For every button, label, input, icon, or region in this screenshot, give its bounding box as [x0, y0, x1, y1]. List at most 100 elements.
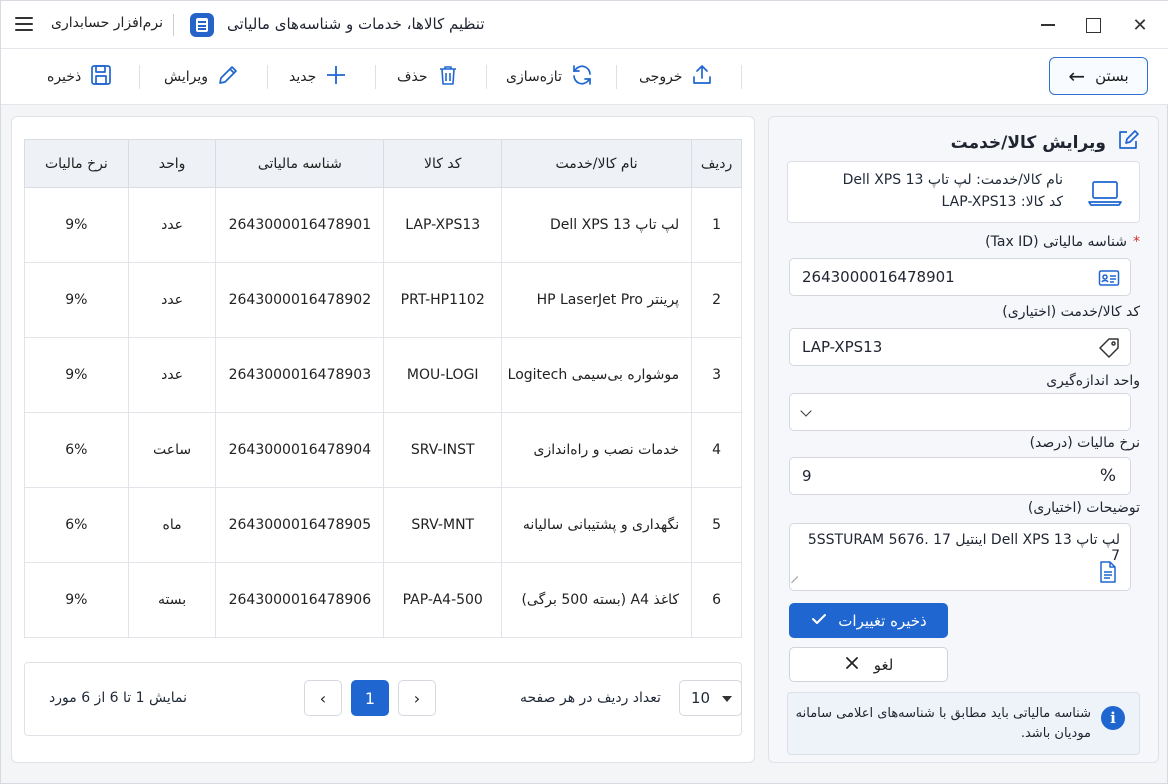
- pagination-info: نمایش 1 تا 6 از 6 مورد: [49, 690, 188, 706]
- save-changes-label: ذخیره تغییرات: [838, 611, 927, 630]
- tax-rate-value: 9: [802, 467, 812, 485]
- toolbar-divider: [267, 65, 268, 89]
- info-icon: i: [1101, 706, 1125, 730]
- cell-tax-id: 2643000016478905: [215, 487, 385, 563]
- cell-item-code: SRV-MNT: [383, 487, 503, 563]
- tax-rate-input[interactable]: 9 %: [789, 457, 1131, 495]
- item-code-input[interactable]: LAP-XPS13: [789, 328, 1131, 366]
- cancel-button[interactable]: لغو: [789, 647, 948, 682]
- cell-tax-rate: 9%: [24, 337, 129, 413]
- cell-item-name: لپ تاپ Dell XPS 13: [501, 187, 693, 263]
- app-window: نرم‌افزار حسابداری تنظیم کالاها، خدمات و…: [0, 0, 1168, 784]
- cell-item-name: کاغذ A4 (بسته 500 برگی): [501, 562, 693, 638]
- table-row[interactable]: 6 کاغذ A4 (بسته 500 برگی) PAP-A4-500 264…: [24, 562, 742, 638]
- cell-item-code: PAP-A4-500: [383, 562, 503, 638]
- window-close-button[interactable]: ✕: [1125, 11, 1155, 39]
- new-tool-button[interactable]: جدید: [289, 63, 348, 91]
- export-tool-button[interactable]: خروجی: [639, 63, 714, 91]
- col-header-tax-id[interactable]: شناسه مالیاتی: [215, 139, 385, 188]
- cell-row-number: 1: [691, 187, 742, 263]
- table-row[interactable]: 2 پرینتر HP LaserJet Pro PRT-HP1102 2643…: [24, 262, 742, 338]
- cell-item-name: پرینتر HP LaserJet Pro: [501, 262, 693, 338]
- tax-id-value: 2643000016478901: [802, 268, 955, 286]
- cell-row-number: 2: [691, 262, 742, 338]
- refresh-tool-button[interactable]: تازه‌سازی: [506, 63, 594, 91]
- tag-icon: [1098, 337, 1120, 359]
- plus-icon: [324, 63, 348, 91]
- title-divider: [173, 14, 174, 36]
- save-tool-label: ذخیره: [47, 69, 82, 85]
- tax-id-input[interactable]: 2643000016478901: [789, 258, 1131, 296]
- cell-tax-id: 2643000016478901: [215, 187, 385, 263]
- cell-unit: عدد: [127, 187, 217, 263]
- table-row[interactable]: 4 خدمات نصب و راه‌اندازی SRV-INST 264300…: [24, 412, 742, 488]
- save-tool-button[interactable]: ذخیره: [47, 63, 113, 91]
- table-row[interactable]: 3 موشواره بی‌سیمی Logitech MOU-LOGI 2643…: [24, 337, 742, 413]
- cell-row-number: 5: [691, 487, 742, 563]
- close-panel-button[interactable]: بستن ←: [1049, 57, 1148, 95]
- toolbar-divider: [616, 65, 617, 89]
- notes-textarea[interactable]: لپ تاپ Dell XPS 13 اینتیل 17 .5SSTURAM 5…: [789, 523, 1131, 591]
- title-bar: نرم‌افزار حسابداری تنظیم کالاها، خدمات و…: [1, 1, 1168, 49]
- hamburger-menu-icon[interactable]: [13, 14, 35, 36]
- edit-tool-button[interactable]: ویرایش: [164, 63, 240, 91]
- prev-page-button[interactable]: ‹: [304, 680, 342, 716]
- cell-tax-rate: 9%: [24, 187, 129, 263]
- notes-value: لپ تاپ Dell XPS 13 اینتیل 17 .5SSTURAM 5…: [807, 532, 1120, 564]
- cell-tax-rate: 6%: [24, 487, 129, 563]
- page-1-button[interactable]: 1: [351, 680, 389, 716]
- laptop-icon: [1087, 176, 1123, 208]
- page-size-select[interactable]: 10: [679, 680, 742, 716]
- edit-panel-header: ویرایش کالا/خدمت: [951, 128, 1140, 157]
- pencil-icon: [216, 63, 240, 91]
- resize-grip-icon[interactable]: [791, 576, 804, 589]
- caret-down-icon: [722, 696, 732, 702]
- col-header-name[interactable]: نام کالا/خدمت: [501, 139, 693, 188]
- cell-item-name: موشواره بی‌سیمی Logitech: [501, 337, 693, 413]
- refresh-icon: [570, 63, 594, 91]
- info-text: شناسه مالیاتی باید مطابق با شناسه‌های اع…: [795, 706, 1091, 741]
- minimize-button[interactable]: [1033, 11, 1063, 39]
- export-tool-label: خروجی: [639, 69, 683, 85]
- col-header-rate[interactable]: نرخ مالیات: [24, 139, 129, 188]
- unit-select[interactable]: [789, 393, 1131, 431]
- close-panel-label: بستن: [1095, 67, 1129, 85]
- floppy-disk-icon: [89, 63, 113, 91]
- tax-rate-label: نرخ مالیات (درصد): [1029, 435, 1140, 451]
- col-header-row[interactable]: ردیف: [691, 139, 742, 188]
- trash-icon: [436, 63, 460, 91]
- save-changes-button[interactable]: ذخیره تغییرات: [789, 603, 948, 638]
- required-mark: *: [1133, 234, 1140, 250]
- edit-square-icon: [1116, 128, 1140, 157]
- percent-suffix: %: [1099, 466, 1116, 486]
- item-code-value: LAP-XPS13: [802, 338, 883, 356]
- app-name: نرم‌افزار حسابداری: [51, 15, 163, 31]
- maximize-button[interactable]: [1078, 11, 1108, 39]
- id-card-icon: [1098, 267, 1120, 289]
- col-header-unit[interactable]: واحد: [127, 139, 217, 188]
- pagination-bar: نمایش 1 تا 6 از 6 مورد ‹ 1 › تعداد ردیف …: [24, 662, 742, 736]
- table-row[interactable]: 1 لپ تاپ Dell XPS 13 LAP-XPS13 264300001…: [24, 187, 742, 263]
- cell-unit: ساعت: [127, 412, 217, 488]
- delete-tool-button[interactable]: حذف: [397, 63, 460, 91]
- next-page-button[interactable]: ›: [398, 680, 436, 716]
- edit-panel: ویرایش کالا/خدمت نام کالا/خدمت: لپ تاپ D…: [768, 116, 1159, 763]
- toolbar: ذخیره ویرایش جدید حذف تا: [1, 49, 1168, 105]
- cell-item-code: LAP-XPS13: [383, 187, 503, 263]
- check-icon: [810, 610, 828, 632]
- cancel-label: لغو: [873, 655, 894, 674]
- cell-row-number: 4: [691, 412, 742, 488]
- x-close-icon: [844, 655, 860, 675]
- table-row[interactable]: 5 نگهداری و پشتیبانی سالیانه SRV-MNT 264…: [24, 487, 742, 563]
- window-title: تنظیم کالاها، خدمات و شناسه‌های مالیاتی: [227, 15, 485, 33]
- selected-item-card: نام کالا/خدمت: لپ تاپ Dell XPS 13 کد کال…: [787, 161, 1140, 223]
- toolbar-divider: [741, 65, 742, 89]
- cell-unit: عدد: [127, 337, 217, 413]
- cell-row-number: 6: [691, 562, 742, 638]
- edit-panel-title: ویرایش کالا/خدمت: [950, 132, 1106, 153]
- col-header-code[interactable]: کد کالا: [383, 139, 503, 188]
- cell-tax-rate: 6%: [24, 412, 129, 488]
- cell-item-code: SRV-INST: [383, 412, 503, 488]
- cell-tax-id: 2643000016478904: [215, 412, 385, 488]
- cell-tax-rate: 9%: [24, 562, 129, 638]
